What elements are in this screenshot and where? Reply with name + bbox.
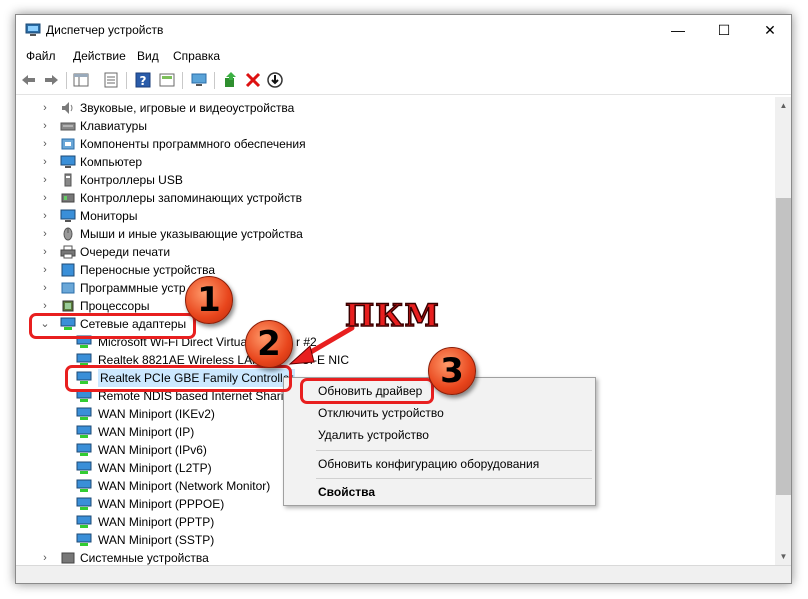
usb-icon [64, 173, 72, 187]
tree-category-label: Звуковые, игровые и видеоустройства [80, 101, 295, 115]
forward-arrow-icon[interactable] [42, 71, 60, 89]
chevron-right-icon[interactable]: › [40, 99, 50, 117]
chevron-right-icon[interactable]: › [40, 189, 50, 207]
scan-hardware-menu-item[interactable]: Обновить конфигурацию оборудования [318, 457, 539, 471]
highlight-network-adapters [29, 313, 196, 339]
toolbar: ? [16, 68, 791, 95]
network-adapter-icon [76, 515, 92, 528]
network-adapter-icon [76, 497, 92, 510]
tree-category-label: Программные устр [80, 281, 186, 295]
chevron-right-icon[interactable]: › [40, 279, 50, 297]
properties-sheet-icon[interactable] [102, 71, 120, 89]
mouse-icon [63, 227, 73, 241]
network-adapter-icon [76, 407, 92, 420]
chevron-right-icon[interactable]: › [40, 207, 50, 225]
vertical-scrollbar[interactable]: ▲ ▼ [775, 97, 791, 565]
menu-bar: Файл Действие Вид Справка [16, 46, 791, 66]
download-circle-icon[interactable] [266, 71, 284, 89]
scroll-up-icon[interactable]: ▲ [775, 97, 791, 114]
chevron-right-icon[interactable]: › [40, 117, 50, 135]
properties-icon[interactable] [158, 71, 176, 89]
tree-category-label: Переносные устройства [80, 263, 216, 277]
tree-category-label: Системные устройства [80, 551, 209, 565]
step-badge-1: 1 [185, 276, 233, 324]
network-adapter-label: WAN Miniport (IKEv2) [98, 407, 215, 421]
uninstall-icon[interactable] [244, 71, 262, 89]
speaker-icon [62, 102, 73, 114]
scroll-down-icon[interactable]: ▼ [775, 548, 791, 565]
chevron-right-icon[interactable]: › [40, 243, 50, 261]
step-badge-2: 2 [245, 320, 293, 368]
highlight-update-driver [300, 378, 434, 404]
menu-separator [316, 450, 592, 451]
network-adapter-label: WAN Miniport (L2TP) [98, 461, 212, 475]
svg-text:?: ? [140, 74, 147, 88]
scroll-thumb[interactable] [776, 198, 791, 495]
chevron-right-icon[interactable]: › [40, 135, 50, 153]
network-adapter-icon [76, 479, 92, 492]
chevron-right-icon[interactable]: › [40, 225, 50, 243]
menu-help[interactable]: Справка [173, 49, 220, 63]
title-bar: Диспетчер устройств — ☐ ✕ [16, 15, 791, 46]
menu-separator [316, 478, 592, 479]
minimize-button[interactable]: — [655, 15, 701, 45]
update-driver-icon[interactable] [222, 71, 240, 89]
back-arrow-icon[interactable] [20, 71, 38, 89]
disable-device-menu-item[interactable]: Отключить устройство [318, 406, 444, 420]
system-device-icon [61, 552, 75, 564]
scan-hardware-icon[interactable] [190, 71, 208, 89]
uninstall-device-menu-item[interactable]: Удалить устройство [318, 428, 429, 442]
tree-category-label: Контроллеры запоминающих устройств [80, 191, 302, 205]
storage-controller-icon [61, 193, 75, 203]
device-manager-icon [25, 23, 41, 36]
help-icon[interactable]: ? [134, 71, 152, 89]
chevron-right-icon[interactable]: › [40, 261, 50, 279]
tree-category-label: Мыши и иные указывающие устройства [80, 227, 303, 241]
software-device-icon [61, 282, 75, 294]
network-adapter-label: WAN Miniport (SSTP) [98, 533, 215, 547]
close-button[interactable]: ✕ [747, 15, 791, 45]
keyboard-icon [60, 122, 76, 131]
tree-category-label: Клавиатуры [80, 119, 147, 133]
properties-menu-item[interactable]: Свойства [318, 485, 375, 499]
tree-category-label: Компьютер [80, 155, 143, 169]
software-component-icon [61, 138, 75, 150]
network-adapter-label: WAN Miniport (PPPOE) [98, 497, 225, 511]
network-adapter-label: WAN Miniport (IP) [98, 425, 195, 439]
console-tree-icon[interactable] [72, 71, 90, 89]
network-adapter-icon [76, 443, 92, 456]
printer-icon [60, 245, 76, 259]
menu-view[interactable]: Вид [137, 49, 159, 63]
network-adapter-icon [76, 533, 92, 546]
computer-icon [60, 155, 76, 168]
tree-category-label: Очереди печати [80, 245, 171, 259]
chevron-right-icon[interactable]: › [40, 171, 50, 189]
network-adapter-icon [76, 461, 92, 474]
maximize-button[interactable]: ☐ [701, 15, 747, 45]
network-adapter-label: WAN Miniport (IPv6) [98, 443, 207, 457]
window-title: Диспетчер устройств [46, 23, 164, 37]
network-adapter-label: WAN Miniport (Network Monitor) [98, 479, 271, 493]
tree-category-label: Контроллеры USB [80, 173, 183, 187]
menu-file[interactable]: Файл [26, 49, 56, 63]
tree-category-label: Мониторы [80, 209, 138, 223]
portable-device-icon [61, 263, 75, 277]
processor-icon [62, 300, 74, 312]
menu-action[interactable]: Действие [73, 49, 126, 63]
pkm-label: ПКМ [344, 297, 440, 335]
highlight-realtek-controller [65, 365, 292, 392]
tree-category-label: Компоненты программного обеспечения [80, 137, 306, 151]
monitor-icon [60, 209, 76, 222]
status-bar [16, 565, 791, 583]
network-adapter-icon [76, 425, 92, 438]
chevron-right-icon[interactable]: › [40, 549, 50, 565]
network-adapter-label: WAN Miniport (PPTP) [98, 515, 215, 529]
step-badge-3: 3 [428, 347, 476, 395]
chevron-right-icon[interactable]: › [40, 153, 50, 171]
